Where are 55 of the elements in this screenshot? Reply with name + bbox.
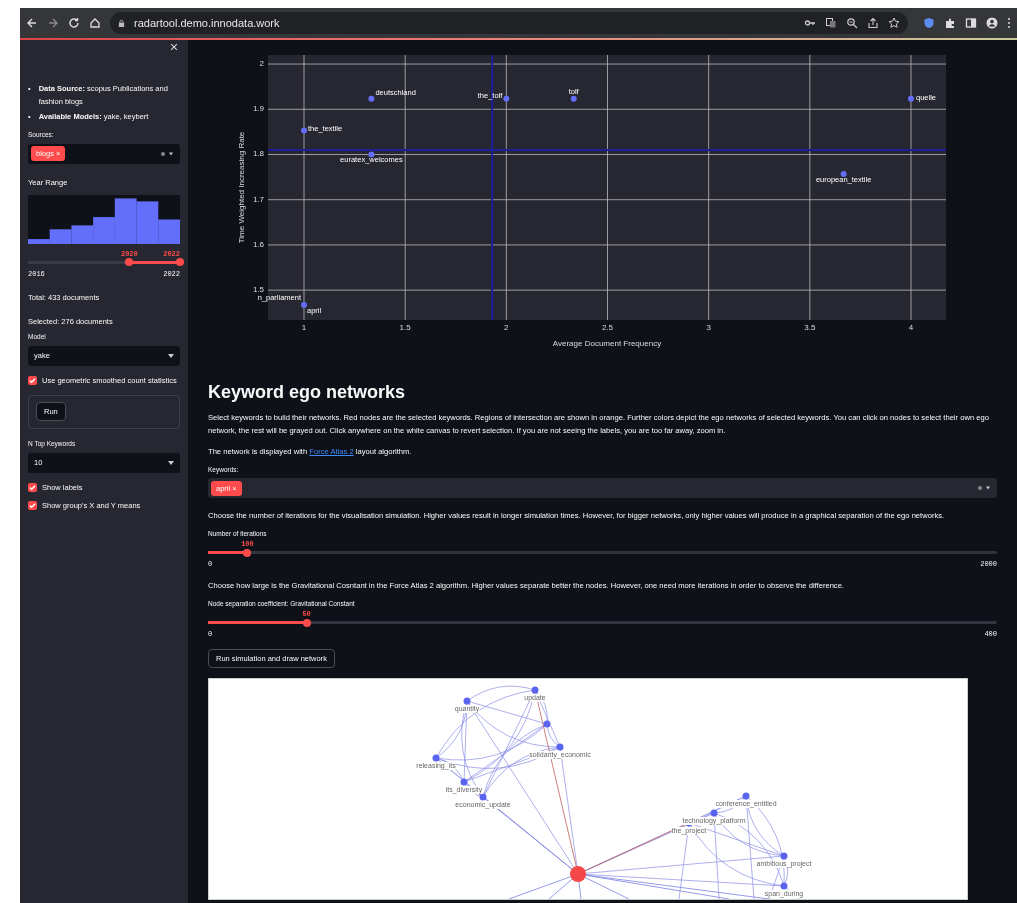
- x-axis-label: Average Document Frequency: [552, 339, 662, 348]
- axis-tick-label: 1.7: [252, 194, 264, 204]
- axis-tick-label: 2.5: [601, 323, 614, 332]
- data-point[interactable]: [301, 302, 307, 309]
- data-point[interactable]: [570, 95, 577, 102]
- slider-track[interactable]: [208, 621, 997, 624]
- axis-tick-label: 1.5: [252, 285, 264, 295]
- forward-icon[interactable]: [47, 17, 59, 29]
- axis-tick-label: 1.9: [252, 104, 264, 114]
- axis-tick-label: 3: [706, 323, 711, 332]
- slider-thumb[interactable]: [243, 548, 252, 557]
- axis-tick-label: 2: [504, 323, 509, 332]
- shield-icon[interactable]: [923, 17, 935, 29]
- data-point[interactable]: [908, 95, 914, 102]
- axis-tick-label: 4: [908, 323, 914, 332]
- data-point[interactable]: [368, 151, 375, 158]
- clear-dropdown-icon[interactable]: [160, 150, 174, 157]
- section-heading: Keyword ego networks: [208, 382, 407, 403]
- close-icon[interactable]: [170, 43, 178, 51]
- slider-thumb[interactable]: [302, 618, 311, 627]
- address-bar[interactable]: radartool.demo.innodata.work: [110, 12, 908, 34]
- lock-icon: [118, 18, 125, 28]
- side-panel-icon[interactable]: [965, 17, 977, 29]
- zoom-icon[interactable]: [846, 17, 858, 29]
- axis-tick-label: 1.8: [252, 149, 264, 159]
- data-point[interactable]: [840, 170, 847, 177]
- reload-icon[interactable]: [68, 17, 80, 29]
- data-point[interactable]: [301, 127, 307, 134]
- url-text: radartool.demo.innodata.work: [134, 17, 280, 29]
- slider-thumb[interactable]: [176, 258, 184, 266]
- data-point[interactable]: [368, 95, 375, 102]
- caret-icon: [168, 353, 174, 358]
- menu-icon[interactable]: [1007, 17, 1011, 29]
- back-icon[interactable]: [26, 17, 38, 29]
- data-point[interactable]: [503, 95, 510, 102]
- axis-tick-label: 2: [259, 59, 264, 69]
- home-icon[interactable]: [89, 17, 101, 29]
- axis-tick-label: 3.5: [804, 323, 816, 332]
- profile-icon[interactable]: [986, 17, 998, 29]
- share-icon[interactable]: [867, 17, 879, 29]
- puzzle-icon[interactable]: [944, 17, 956, 29]
- translate-icon[interactable]: [825, 17, 837, 29]
- axis-tick-label: 1: [301, 323, 307, 332]
- slider-thumb[interactable]: [125, 258, 134, 266]
- axis-tick-label: 1.6: [252, 239, 264, 249]
- caret-icon: [168, 460, 174, 465]
- checkbox[interactable]: [28, 501, 37, 510]
- axis-tick-label: 1.5: [399, 323, 411, 332]
- y-axis-label: Time Weighted Increasing Rate: [237, 131, 246, 244]
- clear-dropdown-icon[interactable]: [977, 485, 991, 491]
- slider-track[interactable]: [208, 551, 997, 554]
- star-icon[interactable]: [888, 17, 900, 29]
- checkbox[interactable]: [28, 376, 37, 385]
- key-icon[interactable]: [804, 17, 816, 29]
- checkbox[interactable]: [28, 483, 37, 492]
